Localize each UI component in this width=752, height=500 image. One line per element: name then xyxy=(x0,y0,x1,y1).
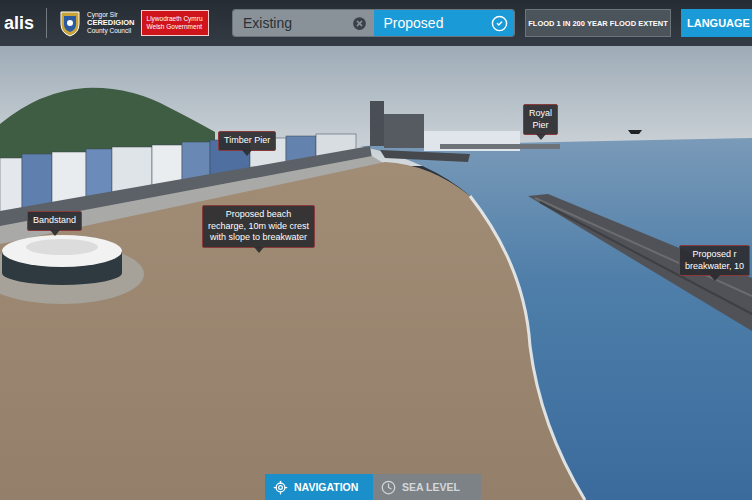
sea-level-icon xyxy=(381,480,396,495)
close-icon xyxy=(351,15,368,32)
bottom-bar: NAVIGATIONSEA LEVEL xyxy=(265,474,481,500)
council-name: Cyngor SirCEREDIGIONCounty Council xyxy=(87,11,135,35)
scenario-option[interactable]: Existing xyxy=(233,10,374,36)
council-line: County Council xyxy=(87,27,135,34)
bottom-tab[interactable]: SEA LEVEL xyxy=(373,474,481,500)
brand: alisCyngor SirCEREDIGIONCounty CouncilLl… xyxy=(4,8,222,38)
bandstand-label[interactable]: Bandstand xyxy=(27,211,82,231)
logo: alis xyxy=(4,13,34,34)
scene: Timber Pier RoyalPier Bandstand Proposed be… xyxy=(0,46,752,500)
check-icon xyxy=(491,15,508,32)
breakwater-label[interactable]: Proposed rbreakwater, 10 xyxy=(679,245,750,276)
navigation-icon xyxy=(273,480,288,495)
royal-pier-label[interactable]: RoyalPier xyxy=(523,104,558,135)
scenario-toggle: ExistingProposed xyxy=(232,9,515,37)
language-button[interactable]: LANGUAGE xyxy=(681,9,752,37)
app: alisCyngor SirCEREDIGIONCounty CouncilLl… xyxy=(0,0,752,500)
timber-pier-label[interactable]: Timber Pier xyxy=(218,131,276,151)
government-logo: Llywodraeth CymruWelsh Government xyxy=(141,10,209,36)
bottom-tab[interactable]: NAVIGATION xyxy=(265,474,373,500)
divider xyxy=(46,8,47,38)
scene-render[interactable] xyxy=(0,46,752,500)
council-crest-icon xyxy=(59,9,81,37)
top-bar: alisCyngor SirCEREDIGIONCounty CouncilLl… xyxy=(0,0,752,46)
government-line: Llywodraeth Cymru xyxy=(147,15,203,23)
council-line: Cyngor Sir xyxy=(87,11,135,18)
government-line: Welsh Government xyxy=(147,23,203,31)
flood-extent-button[interactable]: FLOOD 1 IN 200 YEAR FLOOD EXTENT xyxy=(525,9,671,37)
beach-recharge-label[interactable]: Proposed beachrecharge, 10m wide crestwi… xyxy=(202,205,315,248)
scenario-option[interactable]: Proposed xyxy=(374,10,515,36)
council-line: CEREDIGION xyxy=(87,19,135,28)
